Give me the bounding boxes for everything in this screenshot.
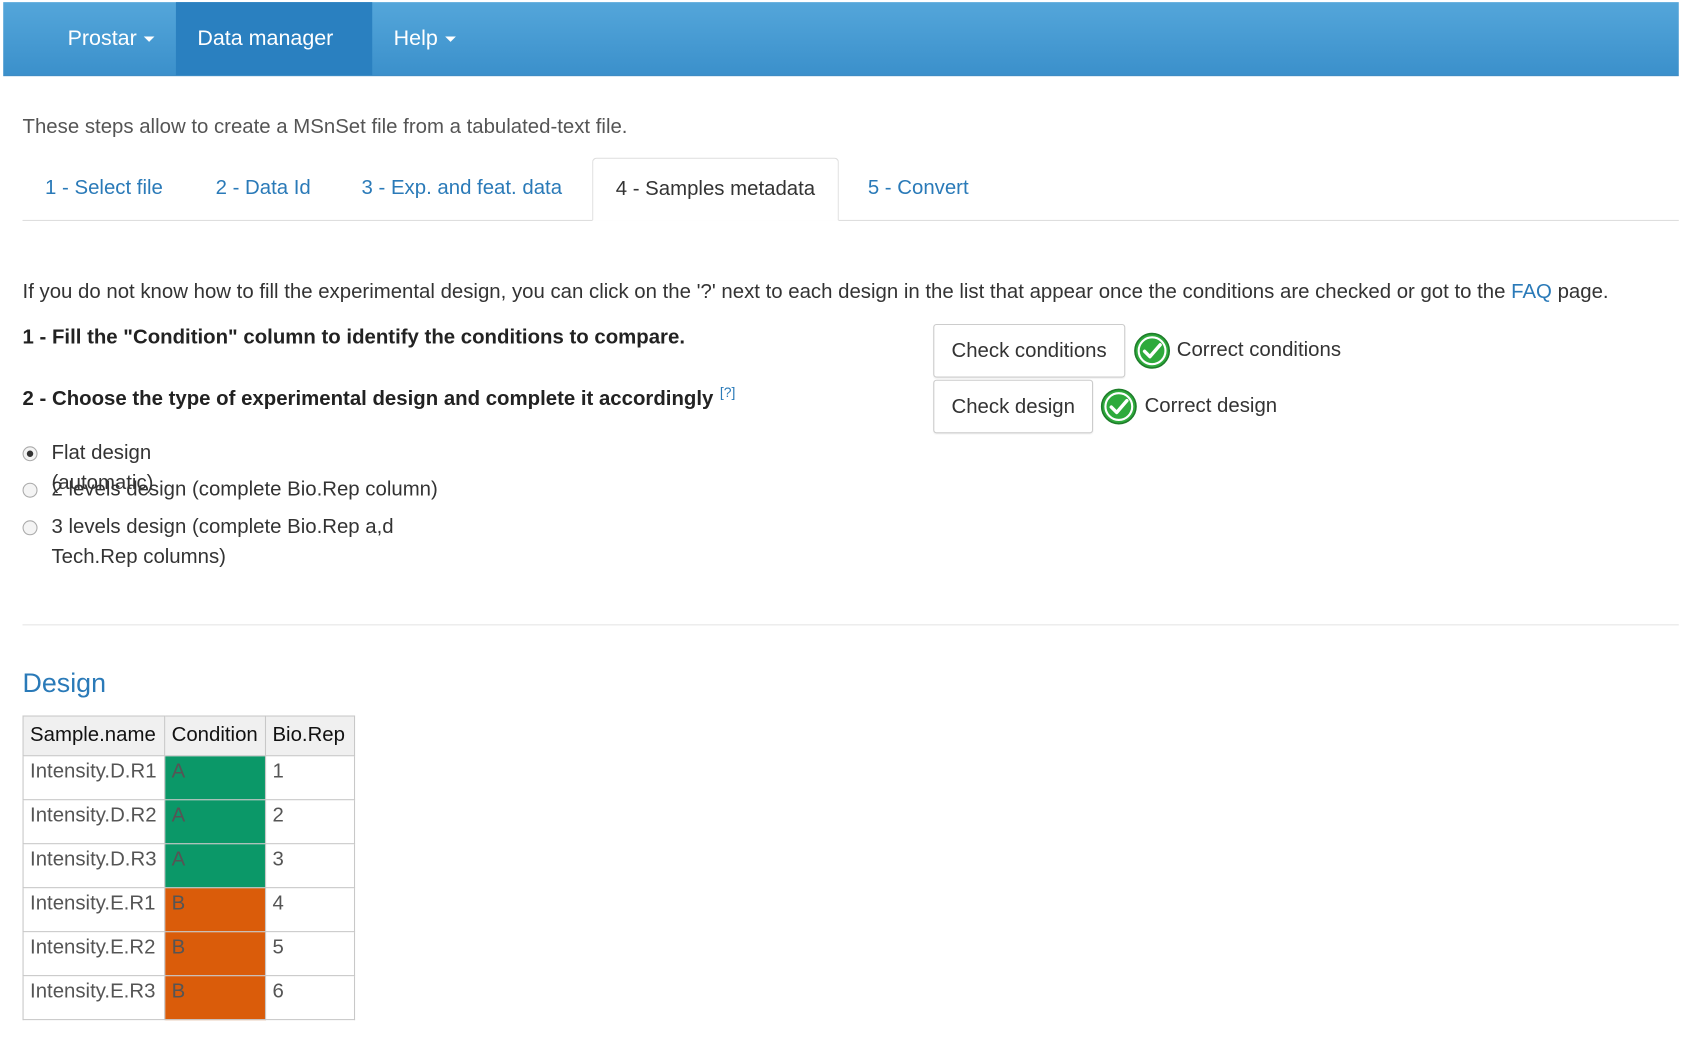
step2-instruction-row: 2 - Choose the type of experimental desi… xyxy=(23,384,736,411)
bio-rep-cell[interactable]: 5 xyxy=(264,931,356,977)
tab-data-id[interactable]: 2 - Data Id xyxy=(193,158,333,220)
section-divider xyxy=(22,624,1679,626)
design-help-text: If you do not know how to fill the exper… xyxy=(23,281,1609,305)
design-section-title: Design xyxy=(22,668,107,699)
caret-down-icon xyxy=(445,36,457,43)
check-conditions-button[interactable]: Check conditions xyxy=(933,323,1125,378)
nav-data-manager-label: Data manager xyxy=(197,26,334,51)
condition-cell[interactable]: A xyxy=(164,755,267,801)
tab-exp-feat-data[interactable]: 3 - Exp. and feat. data xyxy=(339,158,585,220)
design-table-header-row: Sample.name Condition Bio.Rep xyxy=(22,715,356,757)
bio-rep-cell[interactable]: 6 xyxy=(264,975,356,1021)
table-row: Intensity.D.R1 A 1 xyxy=(22,755,356,801)
column-header-bio-rep[interactable]: Bio.Rep xyxy=(264,715,356,757)
sample-name-cell[interactable]: Intensity.E.R1 xyxy=(22,887,166,933)
condition-cell[interactable]: A xyxy=(164,799,267,845)
radio-unchecked-icon[interactable] xyxy=(22,520,38,536)
table-row: Intensity.E.R3 B 6 xyxy=(22,975,356,1021)
faq-link[interactable]: FAQ xyxy=(1511,281,1552,304)
nav-prostar-menu[interactable]: Prostar xyxy=(46,2,176,75)
nav-data-manager-menu[interactable]: Data manager xyxy=(175,2,373,116)
sample-name-cell[interactable]: Intensity.D.R1 xyxy=(22,755,166,801)
condition-cell[interactable]: B xyxy=(164,887,267,933)
design-status-text: Correct design xyxy=(1144,394,1278,418)
nav-help-label: Help xyxy=(393,26,438,51)
sample-name-cell[interactable]: Intensity.D.R2 xyxy=(22,799,166,845)
bio-rep-cell[interactable]: 1 xyxy=(264,755,356,801)
condition-cell[interactable]: A xyxy=(164,843,267,889)
radio-checked-icon[interactable] xyxy=(22,446,38,462)
bio-rep-cell[interactable]: 2 xyxy=(264,799,356,845)
column-header-condition[interactable]: Condition xyxy=(164,715,267,757)
condition-cell[interactable]: B xyxy=(164,975,267,1021)
radio-3-levels-label: 3 levels design (complete Bio.Rep a,d Te… xyxy=(51,513,393,573)
nav-help-menu[interactable]: Help xyxy=(372,2,477,75)
step2-instruction: 2 - Choose the type of experimental desi… xyxy=(22,387,714,411)
design-table: Sample.name Condition Bio.Rep Intensity.… xyxy=(22,715,356,1021)
help-text-after: page. xyxy=(1557,281,1609,304)
sample-name-cell[interactable]: Intensity.D.R3 xyxy=(22,843,166,889)
table-row: Intensity.E.R2 B 5 xyxy=(22,931,356,977)
bio-rep-cell[interactable]: 3 xyxy=(264,843,356,889)
column-header-sample-name[interactable]: Sample.name xyxy=(22,715,166,757)
condition-cell[interactable]: B xyxy=(164,931,267,977)
step1-instruction: 1 - Fill the "Condition" column to ident… xyxy=(22,326,686,349)
design-help-link[interactable]: [?] xyxy=(720,384,736,400)
app-stage: Prostar Data manager Help These steps al… xyxy=(0,0,1682,1041)
sample-name-cell[interactable]: Intensity.E.R3 xyxy=(22,975,166,1021)
check-ok-icon xyxy=(1134,332,1171,369)
radio-3-levels-label-line2: Tech.Rep columns) xyxy=(51,546,226,569)
tab-samples-metadata[interactable]: 4 - Samples metadata xyxy=(592,157,839,221)
tab-select-file[interactable]: 1 - Select file xyxy=(23,158,186,220)
sample-name-cell[interactable]: Intensity.E.R2 xyxy=(22,931,166,977)
step-tabs: 1 - Select file 2 - Data Id 3 - Exp. and… xyxy=(22,157,1679,221)
radio-2-levels-label: 2 levels design (complete Bio.Rep column… xyxy=(51,478,438,501)
caret-down-icon xyxy=(144,36,155,43)
table-row: Intensity.D.R3 A 3 xyxy=(22,843,356,889)
check-design-button[interactable]: Check design xyxy=(933,379,1094,434)
table-row: Intensity.E.R1 B 4 xyxy=(22,887,356,933)
bio-rep-cell[interactable]: 4 xyxy=(264,887,356,933)
navbar: Prostar Data manager Help xyxy=(3,2,1679,116)
table-row: Intensity.D.R2 A 2 xyxy=(22,799,356,845)
help-text-before: If you do not know how to fill the exper… xyxy=(22,281,1506,304)
radio-3-levels-label-line1: 3 levels design (complete Bio.Rep a,d xyxy=(51,515,394,539)
nav-prostar-label: Prostar xyxy=(67,26,137,51)
intro-text: These steps allow to create a MSnSet fil… xyxy=(22,115,628,139)
conditions-status-text: Correct conditions xyxy=(1176,338,1342,362)
radio-unchecked-icon[interactable] xyxy=(22,482,38,498)
check-ok-icon xyxy=(1100,388,1137,425)
caret-down-icon xyxy=(204,109,216,116)
tab-convert[interactable]: 5 - Convert xyxy=(845,158,991,220)
